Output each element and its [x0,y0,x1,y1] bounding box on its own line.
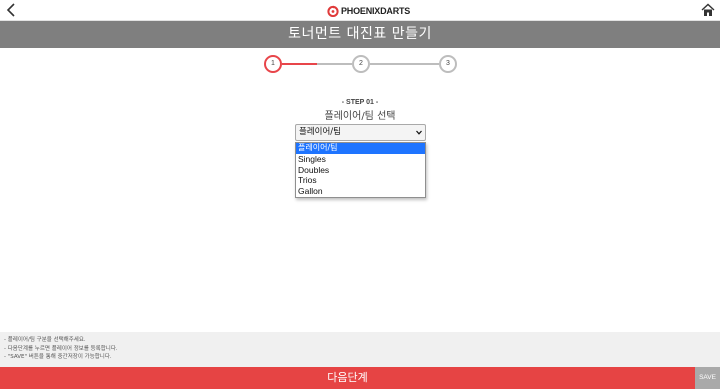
step-progress: 1 2 3 [0,48,720,86]
progress-line-pending [370,63,439,65]
option-trios[interactable]: Trios [296,175,425,186]
step-indicator-3: 3 [439,55,457,73]
phoenix-logo-icon [327,5,339,17]
save-button[interactable]: SAVE [695,367,720,389]
back-button[interactable] [4,2,20,18]
next-step-button[interactable]: 다음단계 [0,367,695,389]
step-indicator-2: 2 [352,55,370,73]
chevron-down-icon [416,130,422,135]
chevron-left-icon [6,3,15,17]
step-heading: - STEP 01 - [341,99,379,106]
brand-logo: PHOENIXDARTS [327,4,410,18]
note-item: - 플레이어/팀 구분을 선택해주세요. [4,337,86,343]
brand-text: PHOENIXDARTS [341,6,411,16]
note-item: - "SAVE" 버튼을 통해 중간저장이 가능합니다. [4,354,112,360]
option-singles[interactable]: Singles [296,154,425,165]
option-gallon[interactable]: Gallon [296,186,425,197]
step-indicator-1: 1 [264,55,282,73]
select-value: 플레이어/팀 [299,127,341,137]
top-bar: PHOENIXDARTS [0,0,720,21]
option-player-team[interactable]: 플레이어/팀 [296,143,425,154]
home-button[interactable] [700,2,716,18]
select-dropdown-list: 플레이어/팀 Singles Doubles Trios Gallon [295,142,426,198]
option-doubles[interactable]: Doubles [296,165,425,176]
page-title: 토너먼트 대진표 만들기 [0,21,720,48]
help-notes: - 플레이어/팀 구분을 선택해주세요. - 다음단계를 누르면 플레이어 정보… [0,332,720,367]
progress-line-pending [317,63,352,65]
player-team-select[interactable]: 플레이어/팀 [295,124,426,141]
footer-bar: 다음단계 SAVE [0,367,720,389]
note-item: - 다음단계를 누르면 플레이어 정보를 등록합니다. [4,345,118,352]
home-icon [701,3,715,16]
step-title: 플레이어/팀 선택 [324,111,396,122]
